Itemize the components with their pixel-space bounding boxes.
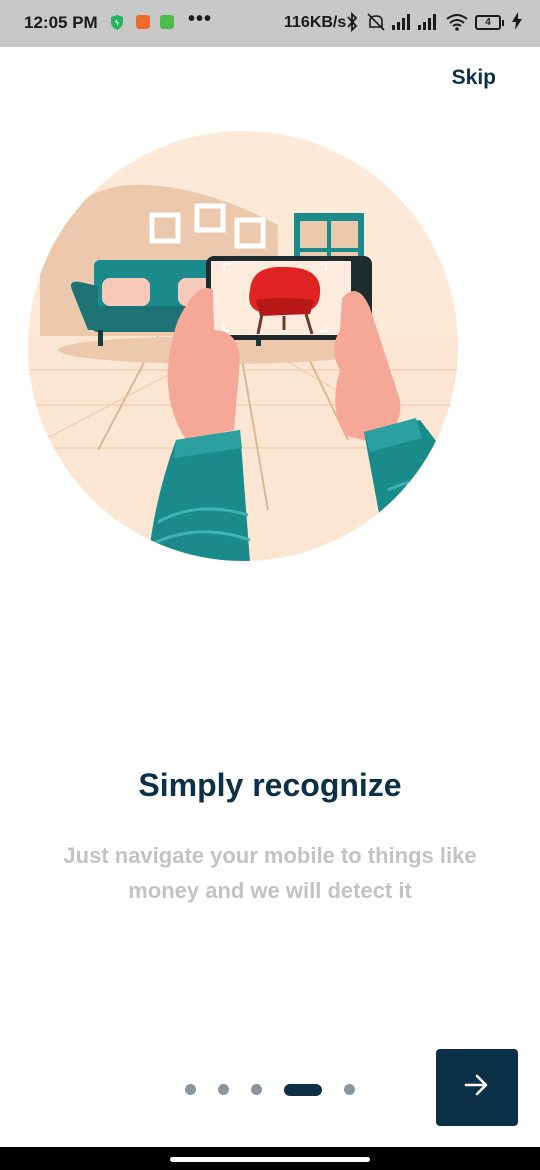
wifi-icon (445, 13, 469, 36)
page-title: Simply recognize (138, 767, 402, 803)
battery-icon: 4 (475, 15, 504, 30)
status-time: 12:05 PM (24, 13, 98, 32)
page-dot-2 (218, 1084, 229, 1095)
shield-icon (110, 15, 124, 30)
status-bar: 12:05 PM ••• 116KB/s 4 (0, 0, 540, 47)
mute-icon (366, 12, 386, 37)
skip-button[interactable]: Skip (452, 66, 496, 90)
signal-icon (390, 14, 412, 35)
network-speed: 116KB/s (284, 14, 347, 31)
signal-icon (416, 14, 438, 35)
app-icon-green (160, 15, 174, 29)
bluetooth-icon (346, 11, 358, 37)
arrow-right-icon (464, 1073, 490, 1102)
navigation-bar (0, 1147, 540, 1170)
page-dot-3 (251, 1084, 262, 1095)
charging-icon (512, 12, 522, 35)
page-dot-1 (185, 1084, 196, 1095)
page-dot-4-active (284, 1084, 322, 1096)
app-icon-orange (136, 15, 150, 29)
next-button[interactable] (436, 1049, 518, 1126)
page-dot-5 (344, 1084, 355, 1095)
onboarding-illustration (28, 130, 458, 562)
page-subtitle: Just navigate your mobile to things like… (63, 843, 477, 903)
overflow-icon: ••• (188, 8, 213, 30)
home-indicator[interactable] (170, 1157, 370, 1162)
